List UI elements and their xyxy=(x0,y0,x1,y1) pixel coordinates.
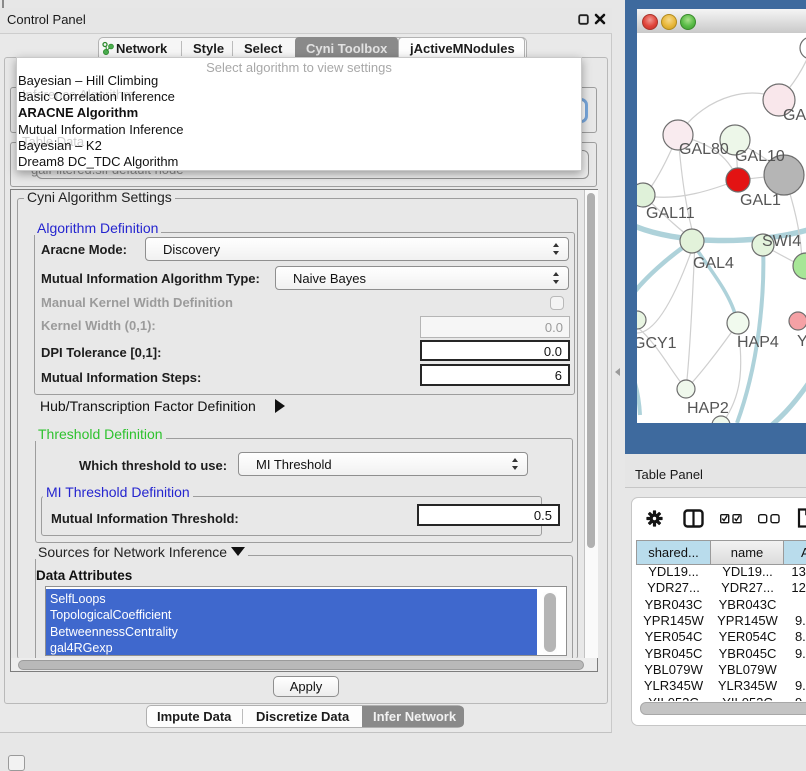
svg-text:GCY1: GCY1 xyxy=(637,335,677,352)
svg-text:GAL4: GAL4 xyxy=(693,255,734,272)
svg-text:SWI4: SWI4 xyxy=(762,233,801,250)
svg-text:HAP4: HAP4 xyxy=(737,334,779,351)
svg-text:GAL80: GAL80 xyxy=(679,141,729,158)
svg-text:GAL10: GAL10 xyxy=(735,148,785,165)
svg-text:GAL7: GAL7 xyxy=(783,107,806,124)
svg-text:GAL1: GAL1 xyxy=(740,192,781,209)
svg-text:GAL11: GAL11 xyxy=(646,205,695,222)
svg-text:Y: Y xyxy=(797,333,806,350)
svg-text:HAP2: HAP2 xyxy=(687,400,729,417)
